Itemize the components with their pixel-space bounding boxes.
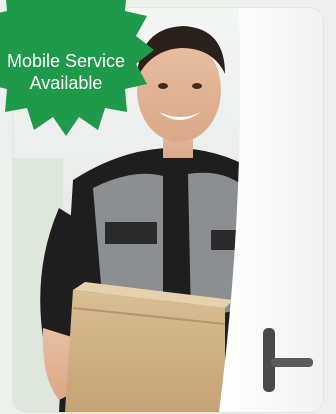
mobile-service-badge: Mobile Service Available bbox=[0, 0, 160, 148]
badge-line-1: Mobile Service bbox=[6, 51, 126, 71]
promo-panel: Mobile Service Available bbox=[0, 0, 336, 414]
badge-line-2: Available bbox=[29, 73, 103, 93]
badge-label: Mobile Service Available bbox=[0, 50, 160, 94]
delivery-van-icon bbox=[29, 0, 43, 3]
